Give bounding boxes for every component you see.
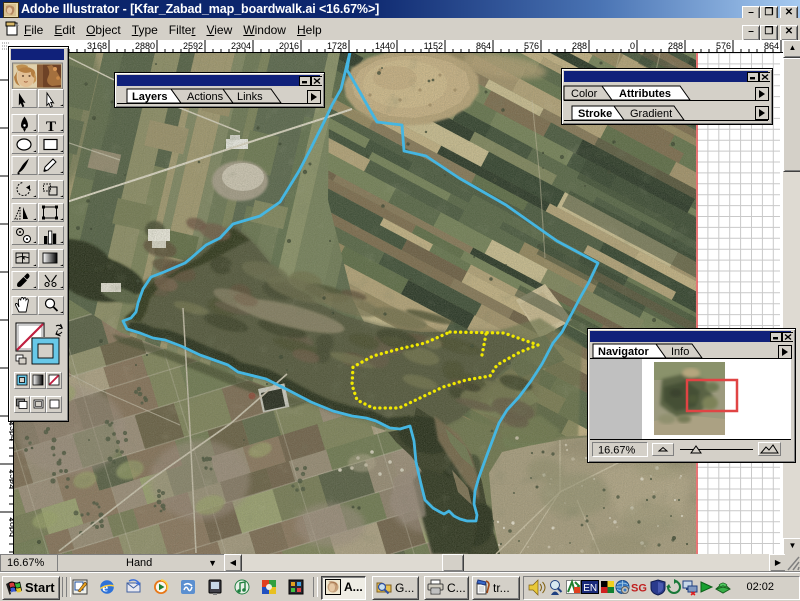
svg-text:Links: Links [237,91,263,103]
svg-text:Info: Info [671,346,689,358]
svg-text:1728: 1728 [327,41,347,51]
svg-text:576: 576 [524,41,539,51]
svg-text:Attributes: Attributes [619,88,671,100]
svg-text:288: 288 [572,41,587,51]
svg-text:2016: 2016 [279,41,299,51]
svg-text:2592: 2592 [183,41,203,51]
svg-text:576: 576 [716,41,731,51]
svg-text:0: 0 [630,41,635,51]
svg-text:Gradient: Gradient [630,108,672,120]
svg-text:T: T [46,119,56,135]
svg-text:Color: Color [571,88,598,100]
svg-text:Layers: Layers [132,91,167,103]
svg-text:16.67%: 16.67% [598,445,636,457]
svg-text:864: 864 [764,41,779,51]
svg-text:288: 288 [668,41,683,51]
svg-text:3168: 3168 [87,41,107,51]
svg-text:EN: EN [583,583,597,594]
svg-text:864: 864 [476,41,491,51]
svg-text:1440: 1440 [375,41,395,51]
svg-text:SG: SG [631,583,647,595]
svg-text:Actions: Actions [187,91,224,103]
svg-text:Stroke: Stroke [578,108,612,120]
svg-text:2304: 2304 [231,41,251,51]
svg-text:Navigator: Navigator [598,346,649,358]
svg-text:2880: 2880 [135,41,155,51]
svg-text:1152: 1152 [424,41,443,51]
